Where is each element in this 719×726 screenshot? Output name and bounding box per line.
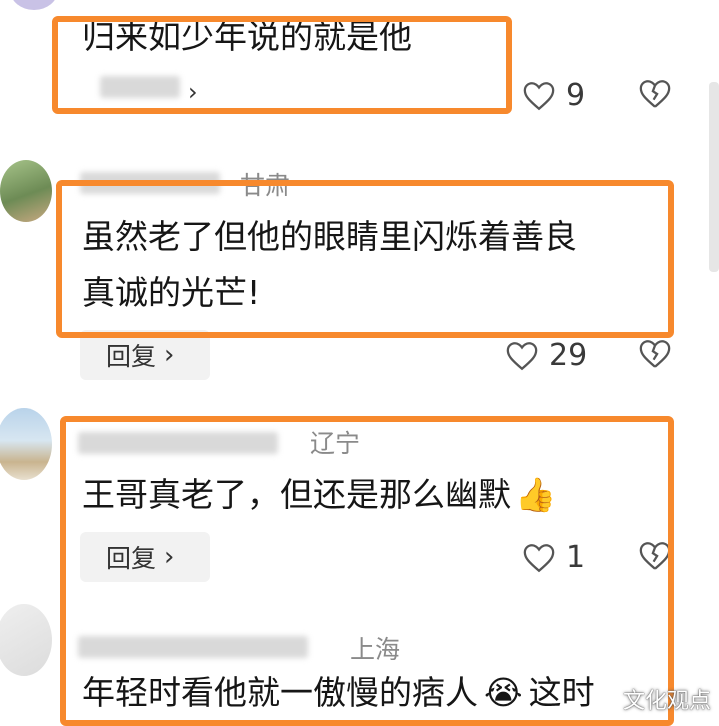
watermark: 文化观点 bbox=[622, 689, 711, 714]
like-count: 9 bbox=[566, 78, 586, 113]
heart-outline-icon bbox=[523, 81, 555, 110]
reply-label: 回复 bbox=[106, 342, 157, 371]
highlight-box bbox=[56, 180, 674, 338]
avatar[interactable] bbox=[0, 160, 52, 222]
crying-emoji: 😭 bbox=[484, 673, 523, 712]
heart-outline-icon bbox=[506, 341, 538, 370]
avatar[interactable] bbox=[0, 408, 52, 480]
username-blurred bbox=[78, 636, 308, 658]
like-button[interactable]: 29 bbox=[505, 338, 587, 373]
broken-heart-icon[interactable] bbox=[638, 78, 672, 110]
broken-heart-icon[interactable] bbox=[638, 338, 672, 370]
scrollbar[interactable] bbox=[709, 82, 719, 272]
like-count: 29 bbox=[549, 338, 588, 373]
highlight-box bbox=[52, 16, 512, 114]
avatar[interactable] bbox=[0, 604, 52, 676]
chevron-right-icon: › bbox=[164, 340, 175, 370]
location-label: 上海 bbox=[350, 635, 401, 664]
avatar[interactable] bbox=[10, 0, 58, 10]
comment-text: 年轻时看他就一傲慢的痞人 😭 这时 bbox=[82, 673, 595, 712]
like-button[interactable]: 9 bbox=[522, 78, 585, 113]
